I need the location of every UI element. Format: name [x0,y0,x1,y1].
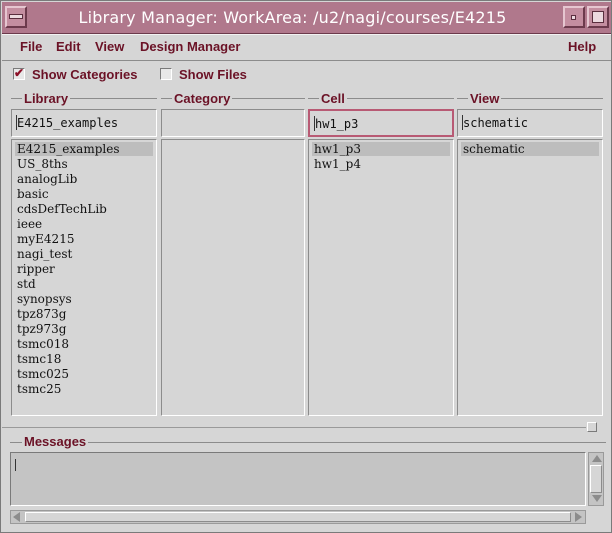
messages-horizontal-scrollbar[interactable] [10,510,586,524]
category-input[interactable] [161,109,305,137]
minimize-button[interactable] [563,6,585,28]
vertical-scroll-thumb[interactable] [590,465,602,493]
messages-header: Messages [22,434,89,449]
maximize-icon [592,11,604,23]
cell-header: Cell [319,91,347,106]
cell-list[interactable]: hw1_p3 hw1_p4 [308,139,454,416]
cell-list-item[interactable]: hw1_p4 [312,157,450,171]
library-list-item[interactable]: nagi_test [15,247,153,261]
library-list-item[interactable]: std [15,277,153,291]
library-list-item[interactable]: ieee [15,217,153,231]
window-menu-icon [9,14,23,19]
view-input[interactable]: schematic [457,109,603,137]
maximize-button[interactable] [587,6,609,28]
messages-vertical-scrollbar[interactable] [588,452,604,506]
view-input-value: schematic [463,116,529,130]
library-list-item[interactable]: cdsDefTechLib [15,202,153,216]
minimize-icon [571,15,576,20]
library-list-item[interactable]: tpz973g [15,322,153,336]
library-list-item[interactable]: tsmc18 [15,352,153,366]
show-files-checkbox[interactable] [160,68,172,80]
library-list-item[interactable]: E4215_examples [15,142,153,156]
menu-bar: File Edit View Design Manager Help [2,34,611,61]
library-list-item[interactable]: analogLib [15,172,153,186]
view-list-item[interactable]: schematic [461,142,599,156]
pane-divider [2,427,586,428]
library-list-item[interactable]: tsmc25 [15,382,153,396]
scroll-up-arrow-icon[interactable] [592,455,602,462]
menu-design-manager[interactable]: Design Manager [140,39,240,54]
scroll-right-arrow-icon[interactable] [575,512,582,522]
library-input-value: E4215_examples [17,116,119,130]
messages-group-line [10,442,606,443]
menu-view[interactable]: View [95,39,124,54]
library-list-item[interactable]: ripper [15,262,153,276]
checkmark-icon: ✔ [14,66,25,80]
library-list-item[interactable]: tsmc025 [15,367,153,381]
scroll-down-arrow-icon[interactable] [592,495,602,502]
text-caret [15,459,16,471]
show-categories-label: Show Categories [32,67,138,82]
cell-list-item[interactable]: hw1_p3 [312,142,450,156]
library-list-item[interactable]: tpz873g [15,307,153,321]
library-list-item[interactable]: tsmc018 [15,337,153,351]
menu-file[interactable]: File [20,39,42,54]
cell-input-value: hw1_p3 [315,117,359,131]
library-list-item[interactable]: US_8ths [15,157,153,171]
library-list-item[interactable]: synopsys [15,292,153,306]
library-input[interactable]: E4215_examples [11,109,157,137]
window-menu-button[interactable] [5,6,27,28]
view-header: View [468,91,502,106]
show-categories-checkbox[interactable]: ✔ [13,66,25,80]
library-list[interactable]: E4215_examples US_8ths analogLib basic cdsDe… [11,139,157,416]
scroll-left-arrow-icon[interactable] [13,512,20,522]
cell-input[interactable]: hw1_p3 [308,109,454,137]
show-files-label: Show Files [179,67,247,82]
title-bar[interactable]: Library Manager: WorkArea: /u2/nagi/cour… [2,2,611,34]
view-list[interactable]: schematic [457,139,603,416]
library-list-item[interactable]: myE4215 [15,232,153,246]
horizontal-scroll-thumb[interactable] [25,512,571,522]
library-list-item[interactable]: basic [15,187,153,201]
messages-text-area[interactable] [10,452,586,506]
menu-help[interactable]: Help [568,39,596,54]
category-list[interactable] [161,139,305,416]
pane-resize-handle[interactable] [587,422,597,432]
category-header: Category [172,91,233,106]
library-manager-window: Library Manager: WorkArea: /u2/nagi/cour… [0,0,612,533]
menu-edit[interactable]: Edit [56,39,81,54]
window-title: Library Manager: WorkArea: /u2/nagi/cour… [78,8,507,27]
library-header: Library [22,91,71,106]
